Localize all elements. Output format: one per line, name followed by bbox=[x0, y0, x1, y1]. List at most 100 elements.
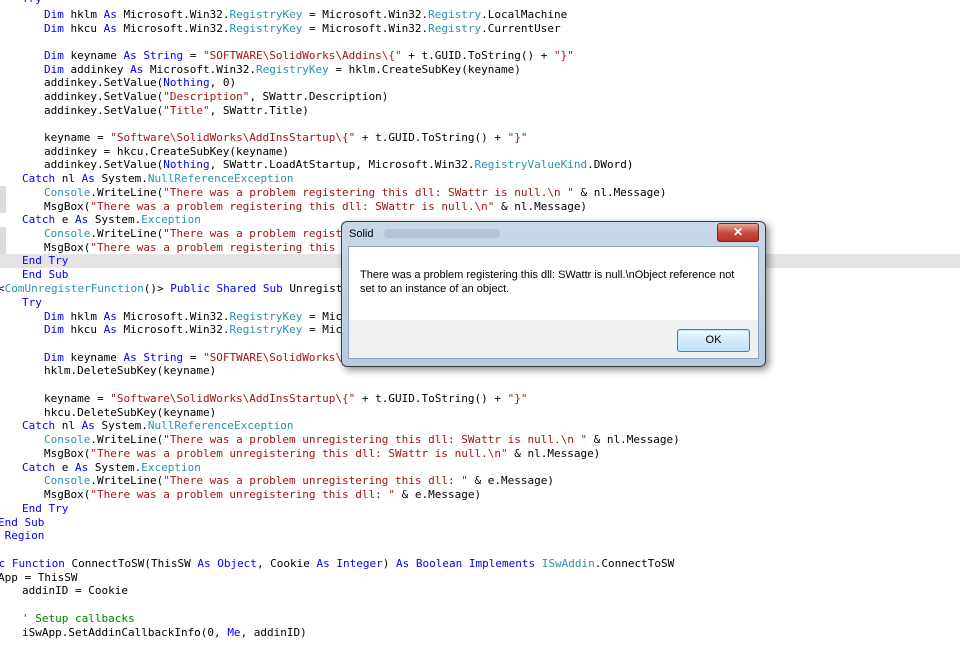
code-token: e bbox=[61, 213, 75, 226]
ok-button[interactable]: OK bbox=[677, 329, 750, 352]
code-line: hklm.DeleteSubKey(keyname) bbox=[44, 364, 216, 378]
code-token: addinID = Cookie bbox=[22, 584, 128, 597]
code-token: Dim bbox=[44, 8, 71, 21]
code-token: MsgBox( bbox=[44, 241, 91, 254]
code-line: MsgBox("There was a problem registering … bbox=[44, 200, 587, 214]
code-token: e bbox=[61, 461, 75, 474]
code-line: ic Function ConnectToSW(ThisSW As Object… bbox=[0, 557, 674, 571]
code-token: Microsoft.Win32. bbox=[123, 22, 230, 35]
code-token: System. bbox=[94, 213, 142, 226]
code-token: Dim bbox=[44, 310, 71, 323]
code-token: MsgBox( bbox=[44, 200, 91, 213]
code-token: Catch bbox=[22, 419, 62, 432]
code-token: .WriteLine( bbox=[90, 474, 164, 487]
code-token: As Boolean Implements bbox=[396, 557, 542, 570]
code-token: MsgBox( bbox=[44, 447, 91, 460]
code-token: ) bbox=[382, 557, 397, 570]
code-token: = bbox=[183, 351, 203, 364]
code-token: Dim bbox=[44, 351, 71, 364]
code-token: RegistryKey bbox=[229, 8, 303, 21]
code-token: Registry bbox=[428, 22, 482, 35]
code-token: System. bbox=[101, 419, 148, 432]
code-token: Dim bbox=[44, 49, 71, 62]
code-line: Console.WriteLine("There was a problem u… bbox=[44, 433, 680, 447]
code-token: & e.Message) bbox=[467, 474, 554, 487]
code-token: addinkey = hkcu.CreateSubKey(keyname) bbox=[44, 145, 290, 158]
code-token: Catch bbox=[22, 461, 62, 474]
code-line: End Sub bbox=[22, 268, 68, 282]
code-token: Nothing bbox=[163, 76, 210, 89]
code-token: Public Shared Sub bbox=[170, 282, 290, 295]
code-token: RegistryKey bbox=[229, 22, 303, 35]
code-token: hkcu bbox=[70, 22, 104, 35]
code-token: Me bbox=[227, 626, 241, 639]
code-token: & nl.Message) bbox=[573, 186, 667, 199]
code-token: = Microsoft.Win32. bbox=[302, 8, 429, 21]
code-token: addinkey.SetValue( bbox=[44, 104, 164, 117]
code-token: , 0) bbox=[209, 76, 237, 89]
code-token: nl bbox=[61, 419, 82, 432]
code-token: Microsoft.Win32. bbox=[123, 8, 230, 21]
code-token: "There was a problem registering this dl… bbox=[90, 200, 495, 213]
code-token: hklm bbox=[70, 310, 104, 323]
code-token: .ConnectToSW bbox=[594, 557, 675, 570]
code-token: Catch bbox=[22, 172, 62, 185]
dialog-title: Solid bbox=[349, 228, 374, 240]
code-token: Console bbox=[44, 433, 91, 446]
code-token: + t.GUID.ToString() + bbox=[355, 131, 508, 144]
code-token: NullReferenceException bbox=[147, 419, 294, 432]
code-line: Catch nl As System.NullReferenceExceptio… bbox=[22, 172, 294, 186]
code-line: addinkey.SetValue(Nothing, 0) bbox=[44, 76, 236, 90]
code-token: Microsoft.Win32. bbox=[123, 323, 230, 336]
code-token: = Microsoft.Win32. bbox=[302, 22, 429, 35]
code-line: Catch e As System.Exception bbox=[22, 213, 201, 227]
code-token: keyname = bbox=[44, 131, 111, 144]
code-token: As Integer bbox=[316, 557, 383, 570]
code-token: "}" bbox=[507, 392, 528, 405]
code-token: RegistryKey bbox=[255, 63, 329, 76]
code-token: "Title" bbox=[163, 104, 210, 117]
code-token: iSwApp.SetAddinCallbackInfo(0, bbox=[22, 626, 228, 639]
code-token: + t.GUID.ToString() + bbox=[355, 392, 508, 405]
code-token: As String bbox=[123, 351, 184, 364]
code-token: As Object bbox=[197, 557, 257, 570]
code-token: Microsoft.Win32. bbox=[149, 63, 256, 76]
code-token: .CurrentUser bbox=[481, 22, 561, 35]
code-token: As bbox=[103, 310, 124, 323]
code-token: , SWattr.LoadAtStartup, Microsoft.Win32. bbox=[209, 158, 475, 171]
code-line: Dim keyname As String = "SOFTWARE\SolidW… bbox=[44, 49, 574, 63]
code-token: "There was a problem unregistering this … bbox=[90, 488, 395, 501]
code-token: addinkey.SetValue( bbox=[44, 76, 164, 89]
code-line: addinkey.SetValue("Description", SWattr.… bbox=[44, 90, 388, 104]
code-token: ComUnregisterFunction bbox=[4, 282, 144, 295]
code-line: Dim hkcu As Microsoft.Win32.RegistryKey … bbox=[44, 22, 561, 36]
code-token: RegistryKey bbox=[229, 323, 303, 336]
code-token: ' Setup callbacks bbox=[22, 612, 135, 625]
selection-margin-mark bbox=[0, 186, 6, 213]
code-token: keyname bbox=[70, 351, 124, 364]
code-token: addinkey bbox=[70, 63, 131, 76]
code-token: hkcu.DeleteSubKey(keyname) bbox=[44, 406, 217, 419]
code-token: As bbox=[81, 172, 102, 185]
code-token: NullReferenceException bbox=[147, 172, 294, 185]
code-line: addinID = Cookie bbox=[22, 584, 128, 598]
code-token: , Cookie bbox=[256, 557, 317, 570]
code-token: = bbox=[183, 49, 203, 62]
message-area: There was a problem registering this dll… bbox=[349, 247, 758, 320]
code-token: = hklm.CreateSubKey(keyname) bbox=[328, 63, 521, 76]
code-token: & nl.Message) bbox=[507, 447, 601, 460]
code-token: RegistryKey bbox=[229, 310, 303, 323]
code-token: "There was a problem unregistering this … bbox=[163, 433, 588, 446]
code-line: App = ThisSW bbox=[0, 571, 77, 585]
code-token: MsgBox( bbox=[44, 488, 91, 501]
close-button[interactable]: ✕ bbox=[717, 223, 759, 242]
dialog-titlebar[interactable]: Solid ✕ bbox=[342, 222, 765, 246]
dialog-client-area: There was a problem registering this dll… bbox=[348, 246, 759, 359]
code-token: keyname = bbox=[44, 392, 111, 405]
code-token: & nl.Message) bbox=[494, 200, 588, 213]
code-line: Try bbox=[22, 0, 42, 6]
code-token: Exception bbox=[141, 461, 201, 474]
code-token: .DWord) bbox=[587, 158, 634, 171]
code-line: hkcu.DeleteSubKey(keyname) bbox=[44, 406, 216, 420]
dialog-title-glass-blur bbox=[384, 229, 500, 238]
